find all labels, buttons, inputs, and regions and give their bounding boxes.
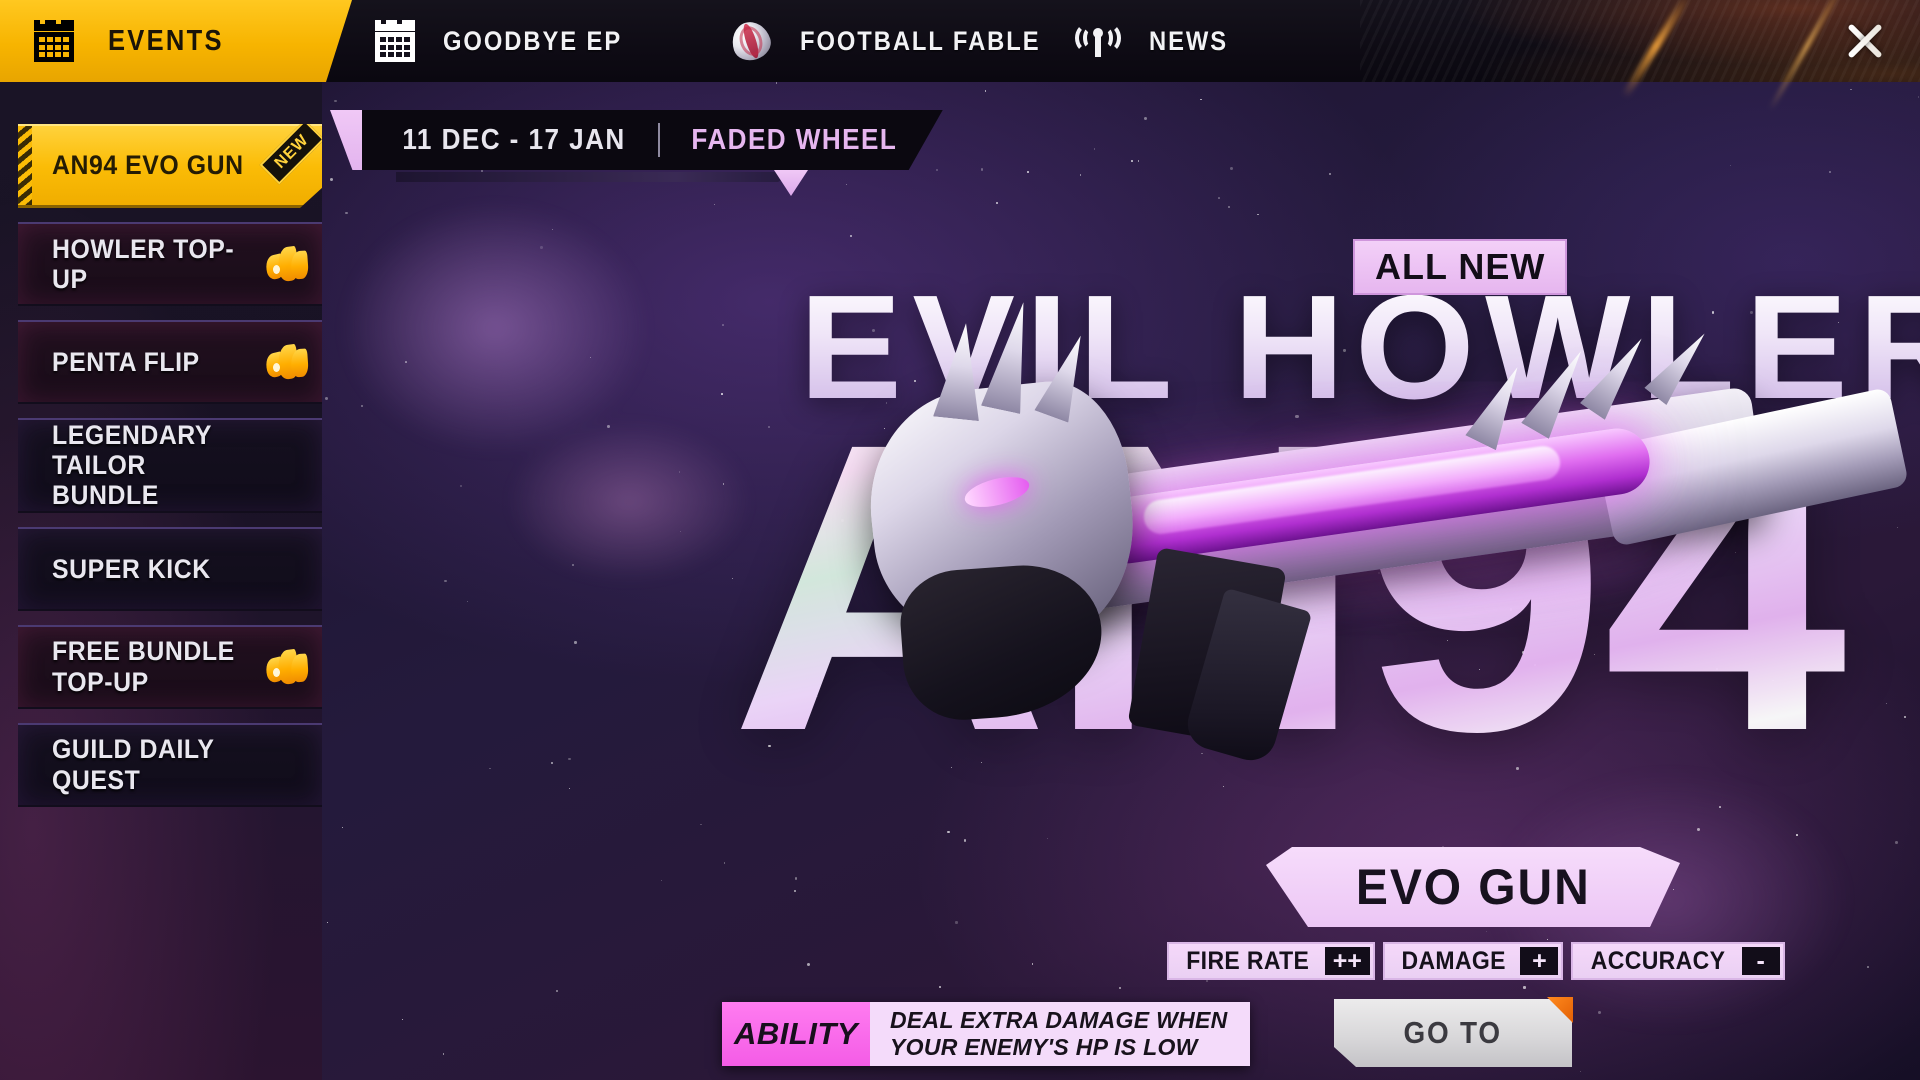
stat-badge: DAMAGE +: [1382, 942, 1564, 980]
tab-events[interactable]: EVENTS: [0, 0, 352, 82]
stat-value: -: [1741, 947, 1780, 975]
new-badge-label: NEW: [259, 119, 324, 184]
evo-gun-plate: EVO GUN: [1266, 847, 1680, 927]
ability-bar: ABILITY DEAL EXTRA DAMAGE WHEN YOUR ENEM…: [722, 1002, 1250, 1066]
close-icon[interactable]: [1832, 8, 1898, 74]
flame-icon: [263, 343, 310, 381]
sidebar-item-label: AN94 EVO GUN: [52, 150, 244, 181]
sidebar-item-penta-flip[interactable]: PENTA FLIP: [18, 320, 322, 404]
stat-name: FIRE RATE: [1186, 946, 1310, 975]
new-badge: NEW: [248, 134, 326, 200]
ribbon-separator: [658, 123, 660, 157]
weapon-stats-row: FIRE RATE ++ DAMAGE + ACCURACY -: [1167, 942, 1785, 980]
top-navigation-bar: EVENTS GOODBYE EP FOOTBALL FABLE NEWS: [0, 0, 1920, 82]
stat-value: +: [1520, 947, 1559, 975]
sidebar-item-free-bundle-top-up[interactable]: FREE BUNDLE TOP-UP: [18, 624, 322, 709]
broadcast-icon: [1075, 21, 1121, 61]
stat-name: DAMAGE: [1401, 946, 1506, 975]
all-new-label: ALL NEW: [1375, 246, 1546, 287]
evo-gun-label: EVO GUN: [1355, 859, 1591, 915]
flame-icon: [263, 648, 310, 686]
event-sidebar: AN94 EVO GUN NEW HOWLER TOP-UP PENTA FLIP LE…: [0, 82, 322, 1080]
sidebar-item-howler-top-up[interactable]: HOWLER TOP-UP: [18, 222, 322, 306]
sidebar-item-label: HOWLER TOP-UP: [52, 233, 235, 294]
ribbon-arrow-icon: [774, 170, 808, 196]
event-date-range: 11 DEC - 17 JAN: [402, 123, 626, 156]
tab-news-label: NEWS: [1149, 25, 1229, 56]
all-new-badge: ALL NEW: [1353, 239, 1568, 295]
go-to-label: GO TO: [1403, 1015, 1503, 1050]
sidebar-item-label: SUPER KICK: [52, 553, 211, 584]
event-date-ribbon: 11 DEC - 17 JAN FADED WHEEL: [330, 110, 943, 170]
stat-badge: ACCURACY -: [1571, 942, 1785, 980]
tab-goodbye-ep[interactable]: GOODBYE EP: [375, 0, 647, 82]
tab-football-fable-label: FOOTBALL FABLE: [800, 25, 1041, 56]
weapon-beast-jaw: [897, 560, 1107, 724]
event-name: FADED WHEEL: [691, 123, 898, 156]
calendar-icon: [34, 20, 74, 62]
ribbon-underline: [396, 172, 796, 182]
weapon-artwork: [842, 267, 1920, 827]
sidebar-item-guild-daily-quest[interactable]: GUILD DAILY QUEST: [18, 722, 322, 807]
tab-goodbye-ep-label: GOODBYE EP: [443, 25, 623, 56]
calendar-icon: [375, 20, 415, 62]
go-to-button[interactable]: GO TO: [1334, 999, 1572, 1067]
tab-events-label: EVENTS: [108, 24, 224, 57]
ability-description: DEAL EXTRA DAMAGE WHEN YOUR ENEMY'S HP I…: [890, 1006, 1228, 1060]
event-banner: AN94 EVIL HOWLER 11 DEC - 17 JAN FADED W…: [322, 82, 1920, 1080]
sidebar-item-label: FREE BUNDLE TOP-UP: [52, 636, 235, 697]
ability-description-box: DEAL EXTRA DAMAGE WHEN YOUR ENEMY'S HP I…: [870, 1002, 1250, 1066]
sidebar-item-label: PENTA FLIP: [52, 346, 200, 377]
stat-badge: FIRE RATE ++: [1167, 942, 1375, 980]
football-icon: [727, 17, 775, 65]
ability-label-box: ABILITY: [722, 1002, 870, 1066]
stat-name: ACCURACY: [1591, 946, 1726, 975]
ability-label: ABILITY: [733, 1016, 859, 1051]
tab-football-fable[interactable]: FOOTBALL FABLE: [727, 0, 1073, 82]
sidebar-item-super-kick[interactable]: SUPER KICK: [18, 526, 322, 611]
event-sidebar-list: AN94 EVO GUN NEW HOWLER TOP-UP PENTA FLIP LE…: [18, 124, 322, 807]
ribbon-bar: 11 DEC - 17 JAN FADED WHEEL: [362, 110, 943, 170]
tab-news[interactable]: NEWS: [1075, 0, 1239, 82]
sidebar-item-label: GUILD DAILY QUEST: [52, 734, 215, 795]
flame-icon: [263, 245, 310, 283]
sidebar-item-legendary-tailor-bundle[interactable]: LEGENDARY TAILOR BUNDLE: [18, 418, 322, 513]
sidebar-item-an94-evo-gun[interactable]: AN94 EVO GUN NEW: [18, 124, 322, 208]
sidebar-item-label: LEGENDARY TAILOR BUNDLE: [52, 420, 213, 511]
stat-value: ++: [1324, 947, 1370, 975]
game-event-screen: AN94 EVIL HOWLER 11 DEC - 17 JAN FADED W…: [0, 0, 1920, 1080]
